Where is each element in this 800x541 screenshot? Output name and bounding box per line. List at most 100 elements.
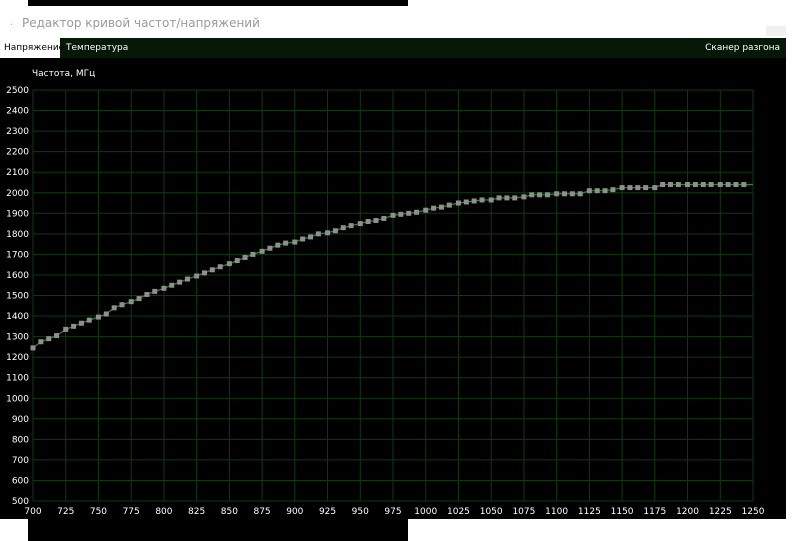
- curve-point[interactable]: [668, 182, 674, 188]
- curve-point[interactable]: [660, 182, 666, 188]
- curve-point[interactable]: [423, 207, 429, 213]
- curve-point[interactable]: [194, 273, 200, 279]
- curve-point[interactable]: [733, 182, 739, 188]
- curve-point[interactable]: [675, 182, 681, 188]
- curve-point[interactable]: [95, 314, 101, 320]
- curve-point[interactable]: [602, 188, 608, 194]
- curve-points: [30, 182, 747, 351]
- curve-point[interactable]: [479, 197, 485, 203]
- curve-point[interactable]: [300, 236, 306, 242]
- curve-point[interactable]: [226, 261, 232, 267]
- curve-point[interactable]: [54, 333, 60, 339]
- curve-point[interactable]: [30, 345, 36, 351]
- curve-point[interactable]: [201, 270, 207, 276]
- curve-point[interactable]: [504, 195, 510, 201]
- curve-point[interactable]: [725, 182, 731, 188]
- curve-point[interactable]: [643, 185, 649, 191]
- curve-point[interactable]: [103, 311, 109, 317]
- curve-point[interactable]: [63, 326, 69, 332]
- curve-point[interactable]: [169, 282, 175, 288]
- curve-point[interactable]: [569, 191, 575, 197]
- curve-point[interactable]: [594, 188, 600, 194]
- curve-point[interactable]: [521, 194, 527, 200]
- curve-point[interactable]: [741, 182, 747, 188]
- curve-point[interactable]: [177, 279, 183, 285]
- curve-point[interactable]: [250, 251, 256, 257]
- curve-point[interactable]: [431, 205, 437, 211]
- curve-point[interactable]: [152, 288, 158, 294]
- curve-point[interactable]: [577, 191, 583, 197]
- curve-point[interactable]: [610, 187, 616, 193]
- curve-point[interactable]: [209, 267, 215, 273]
- curve-point[interactable]: [128, 299, 134, 305]
- curve-point[interactable]: [373, 217, 379, 223]
- curve-point[interactable]: [544, 192, 550, 198]
- curve-point[interactable]: [496, 195, 502, 201]
- curve-point[interactable]: [184, 276, 190, 282]
- curve-point[interactable]: [315, 231, 321, 237]
- curve-point[interactable]: [242, 254, 248, 260]
- curve-point[interactable]: [348, 223, 354, 229]
- vf-curve-panel[interactable]: 700 725 750 775 800 825 850 875 900 925 950 975 1000…: [0, 58, 786, 519]
- y-tick-labels: 500 600 700 800 900 1000 1100 1200 1300 1400 1500 1…: [6, 86, 29, 507]
- curve-point[interactable]: [414, 209, 420, 215]
- curve-point[interactable]: [463, 199, 469, 205]
- curve-point[interactable]: [381, 215, 387, 221]
- curve-point[interactable]: [332, 228, 338, 234]
- curve-point[interactable]: [267, 245, 273, 251]
- curve-point[interactable]: [627, 185, 633, 191]
- curve-point[interactable]: [292, 239, 298, 245]
- curve-point[interactable]: [554, 191, 560, 197]
- curve-point[interactable]: [259, 248, 265, 254]
- curve-point[interactable]: [685, 182, 691, 188]
- tab-oc-scanner[interactable]: Сканер разгона: [701, 38, 784, 58]
- curve-point[interactable]: [635, 185, 641, 191]
- curve-point[interactable]: [398, 211, 404, 217]
- curve-point[interactable]: [586, 188, 592, 194]
- curve-point[interactable]: [119, 302, 125, 308]
- curve-point[interactable]: [708, 182, 714, 188]
- x-tick-label: 1250: [742, 507, 765, 517]
- curve-point[interactable]: [390, 212, 396, 218]
- curve-point[interactable]: [38, 339, 44, 345]
- curve-point[interactable]: [71, 323, 77, 329]
- curve-point[interactable]: [446, 202, 452, 208]
- curve-point[interactable]: [111, 305, 117, 311]
- x-tick-label: 975: [384, 507, 401, 517]
- curve-point[interactable]: [471, 198, 477, 204]
- close-button[interactable]: [766, 26, 786, 36]
- curve-point[interactable]: [144, 291, 150, 297]
- curve-point[interactable]: [275, 242, 281, 248]
- curve-point[interactable]: [46, 336, 52, 342]
- curve-point[interactable]: [561, 191, 567, 197]
- curve-point[interactable]: [406, 210, 412, 216]
- curve-point[interactable]: [78, 320, 84, 326]
- curve-point[interactable]: [325, 230, 331, 236]
- curve-point[interactable]: [161, 285, 167, 291]
- curve-point[interactable]: [537, 192, 543, 198]
- curve-point[interactable]: [700, 182, 706, 188]
- curve-point[interactable]: [217, 264, 223, 270]
- curve-point[interactable]: [512, 195, 518, 201]
- vf-curve-chart[interactable]: 700 725 750 775 800 825 850 875 900 925 950 975 1000…: [0, 58, 786, 519]
- curve-point[interactable]: [308, 234, 314, 240]
- curve-point[interactable]: [86, 317, 92, 323]
- curve-point[interactable]: [283, 240, 289, 246]
- curve-point[interactable]: [488, 197, 494, 203]
- curve-point[interactable]: [357, 221, 363, 227]
- curve-point[interactable]: [652, 185, 658, 191]
- curve-point[interactable]: [438, 204, 444, 210]
- curve-point[interactable]: [365, 219, 371, 225]
- curve-point[interactable]: [692, 182, 698, 188]
- curve-point[interactable]: [455, 200, 461, 206]
- curve-point[interactable]: [529, 192, 535, 198]
- curve-point[interactable]: [340, 225, 346, 231]
- curve-point[interactable]: [717, 182, 723, 188]
- tab-voltage[interactable]: Напряжение: [0, 38, 64, 58]
- y-tick-label: 1000: [6, 394, 29, 404]
- curve-point[interactable]: [136, 296, 142, 302]
- tab-temperature[interactable]: Температура: [62, 38, 132, 58]
- curve-point[interactable]: [619, 185, 625, 191]
- curve-point[interactable]: [234, 258, 240, 264]
- y-tick-label: 1500: [6, 292, 29, 302]
